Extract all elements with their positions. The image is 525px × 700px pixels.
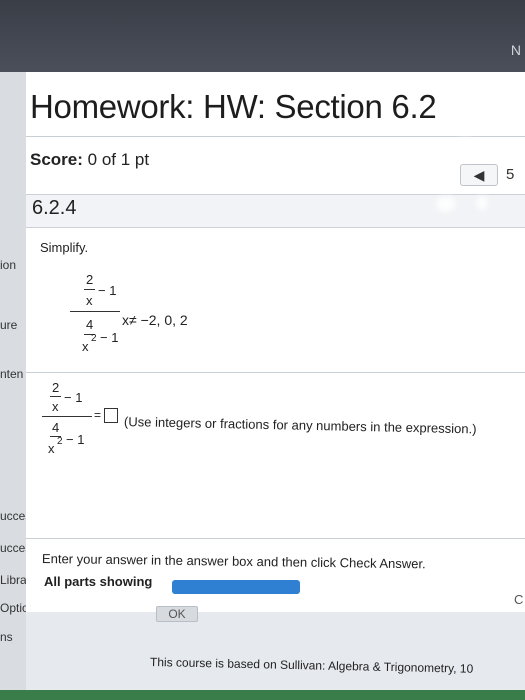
sidebar-item[interactable]: Libra	[0, 573, 26, 587]
screen-glare	[436, 196, 456, 212]
sidebar-item[interactable]: ucces	[0, 541, 26, 555]
main-fraction-bar	[42, 416, 92, 417]
expr-den-minus: − 1	[100, 330, 119, 345]
bottom-bar	[0, 690, 525, 700]
equals-sign: =	[94, 408, 102, 422]
expr-num-top: 2	[86, 272, 94, 287]
answer-input[interactable]	[104, 408, 118, 423]
expr-num-bottom: x	[86, 293, 93, 308]
expr-den-top: 4	[86, 317, 94, 332]
ans-den-minus: − 1	[66, 432, 85, 447]
question-number-nav[interactable]: 5	[506, 166, 514, 183]
fraction-bar	[50, 396, 61, 397]
ans-num-top: 2	[52, 380, 60, 395]
question-prompt: Simplify.	[40, 240, 89, 255]
ans-den-bottom: x	[48, 441, 55, 456]
question-number: 6.2.4	[32, 197, 77, 219]
screen-glare	[454, 138, 476, 160]
ans-den-top: 4	[52, 420, 60, 435]
screen-glare	[476, 196, 488, 210]
sidebar-item[interactable]: ure	[0, 318, 17, 332]
parts-showing-label: All parts showing	[44, 574, 153, 589]
ans-num-bottom: x	[52, 399, 59, 414]
main-fraction-bar	[70, 311, 120, 312]
sidebar-item[interactable]: ucces	[0, 509, 26, 523]
expr-den-exp: 2	[91, 333, 97, 344]
score-label: Score:	[30, 150, 83, 169]
sidebar-item[interactable]: Options	[0, 601, 26, 615]
domain-condition: x≠ −2, 0, 2	[122, 312, 188, 328]
score: Score: 0 of 1 pt	[30, 150, 149, 170]
expr-num-minus: − 1	[98, 283, 117, 298]
ans-den-exp: 2	[57, 436, 63, 447]
left-sidebar: ion ure nten ucces ucces Libra Options n…	[0, 72, 26, 690]
previous-question-button[interactable]: ◀	[460, 164, 498, 186]
parts-progress-bar	[172, 580, 300, 594]
sidebar-item[interactable]: ns	[0, 630, 13, 644]
browser-top-bar: N	[0, 0, 525, 72]
ok-button[interactable]: OK	[156, 606, 198, 622]
fraction-bar	[84, 289, 95, 290]
expr-den-bottom: x	[82, 339, 89, 354]
sidebar-item[interactable]: ion	[0, 258, 16, 272]
page-title: Homework: HW: Section 6.2	[30, 88, 437, 125]
chevron-left-icon: ◀	[473, 167, 485, 183]
sidebar-item[interactable]: nten	[0, 367, 23, 381]
score-value: 0 of 1 pt	[87, 150, 150, 169]
ans-num-minus: − 1	[64, 390, 83, 405]
progress-fill	[172, 580, 300, 594]
divider	[26, 372, 525, 373]
divider	[26, 136, 525, 137]
right-edge-glyph: C	[514, 592, 524, 607]
corner-glyph: N	[510, 42, 521, 58]
footer-strip	[26, 612, 525, 690]
divider	[26, 538, 525, 539]
